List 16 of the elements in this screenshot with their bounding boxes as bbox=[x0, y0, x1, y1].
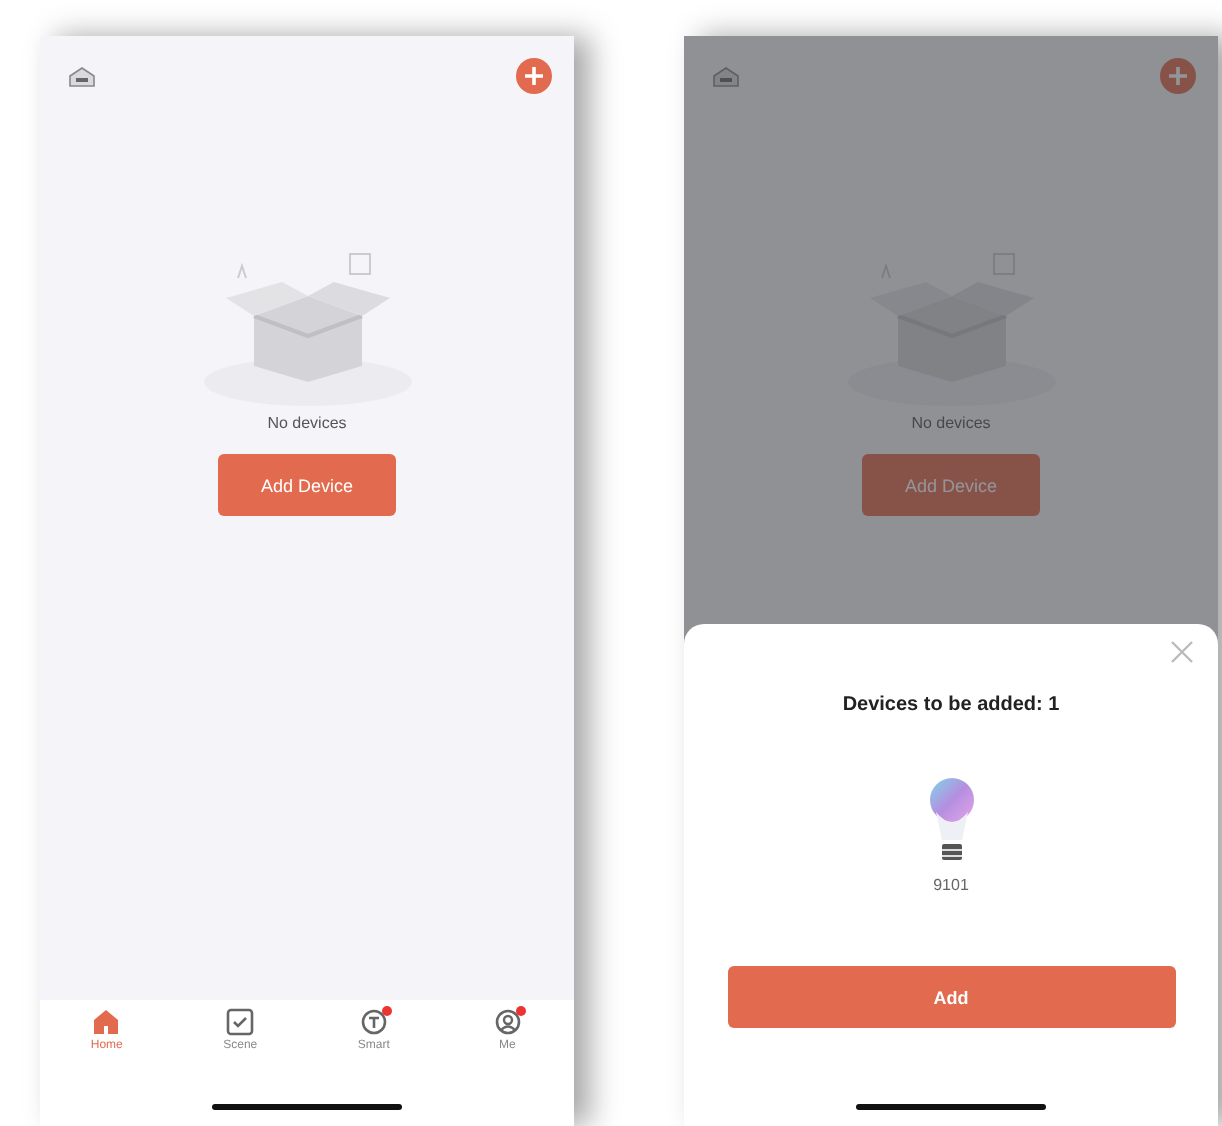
add-button[interactable]: Add bbox=[727, 966, 1175, 1028]
checkbox-icon bbox=[226, 1008, 255, 1036]
home-icon[interactable] bbox=[68, 65, 96, 87]
add-icon[interactable] bbox=[1160, 58, 1196, 94]
add-icon[interactable] bbox=[516, 58, 552, 94]
close-button[interactable] bbox=[1170, 640, 1194, 664]
empty-state-text: No devices bbox=[267, 414, 347, 432]
add-device-button[interactable]: Add Device bbox=[862, 454, 1040, 516]
profile-icon bbox=[493, 1008, 522, 1036]
add-device-button[interactable]: Add Device bbox=[218, 454, 396, 516]
empty-state-text: No devices bbox=[911, 414, 991, 432]
sheet-title: Devices to be added: 1 bbox=[842, 694, 1060, 716]
device-name: 9101 bbox=[933, 876, 969, 894]
home-icon[interactable] bbox=[712, 65, 740, 87]
smart-icon bbox=[359, 1008, 388, 1036]
home-icon bbox=[92, 1008, 121, 1036]
